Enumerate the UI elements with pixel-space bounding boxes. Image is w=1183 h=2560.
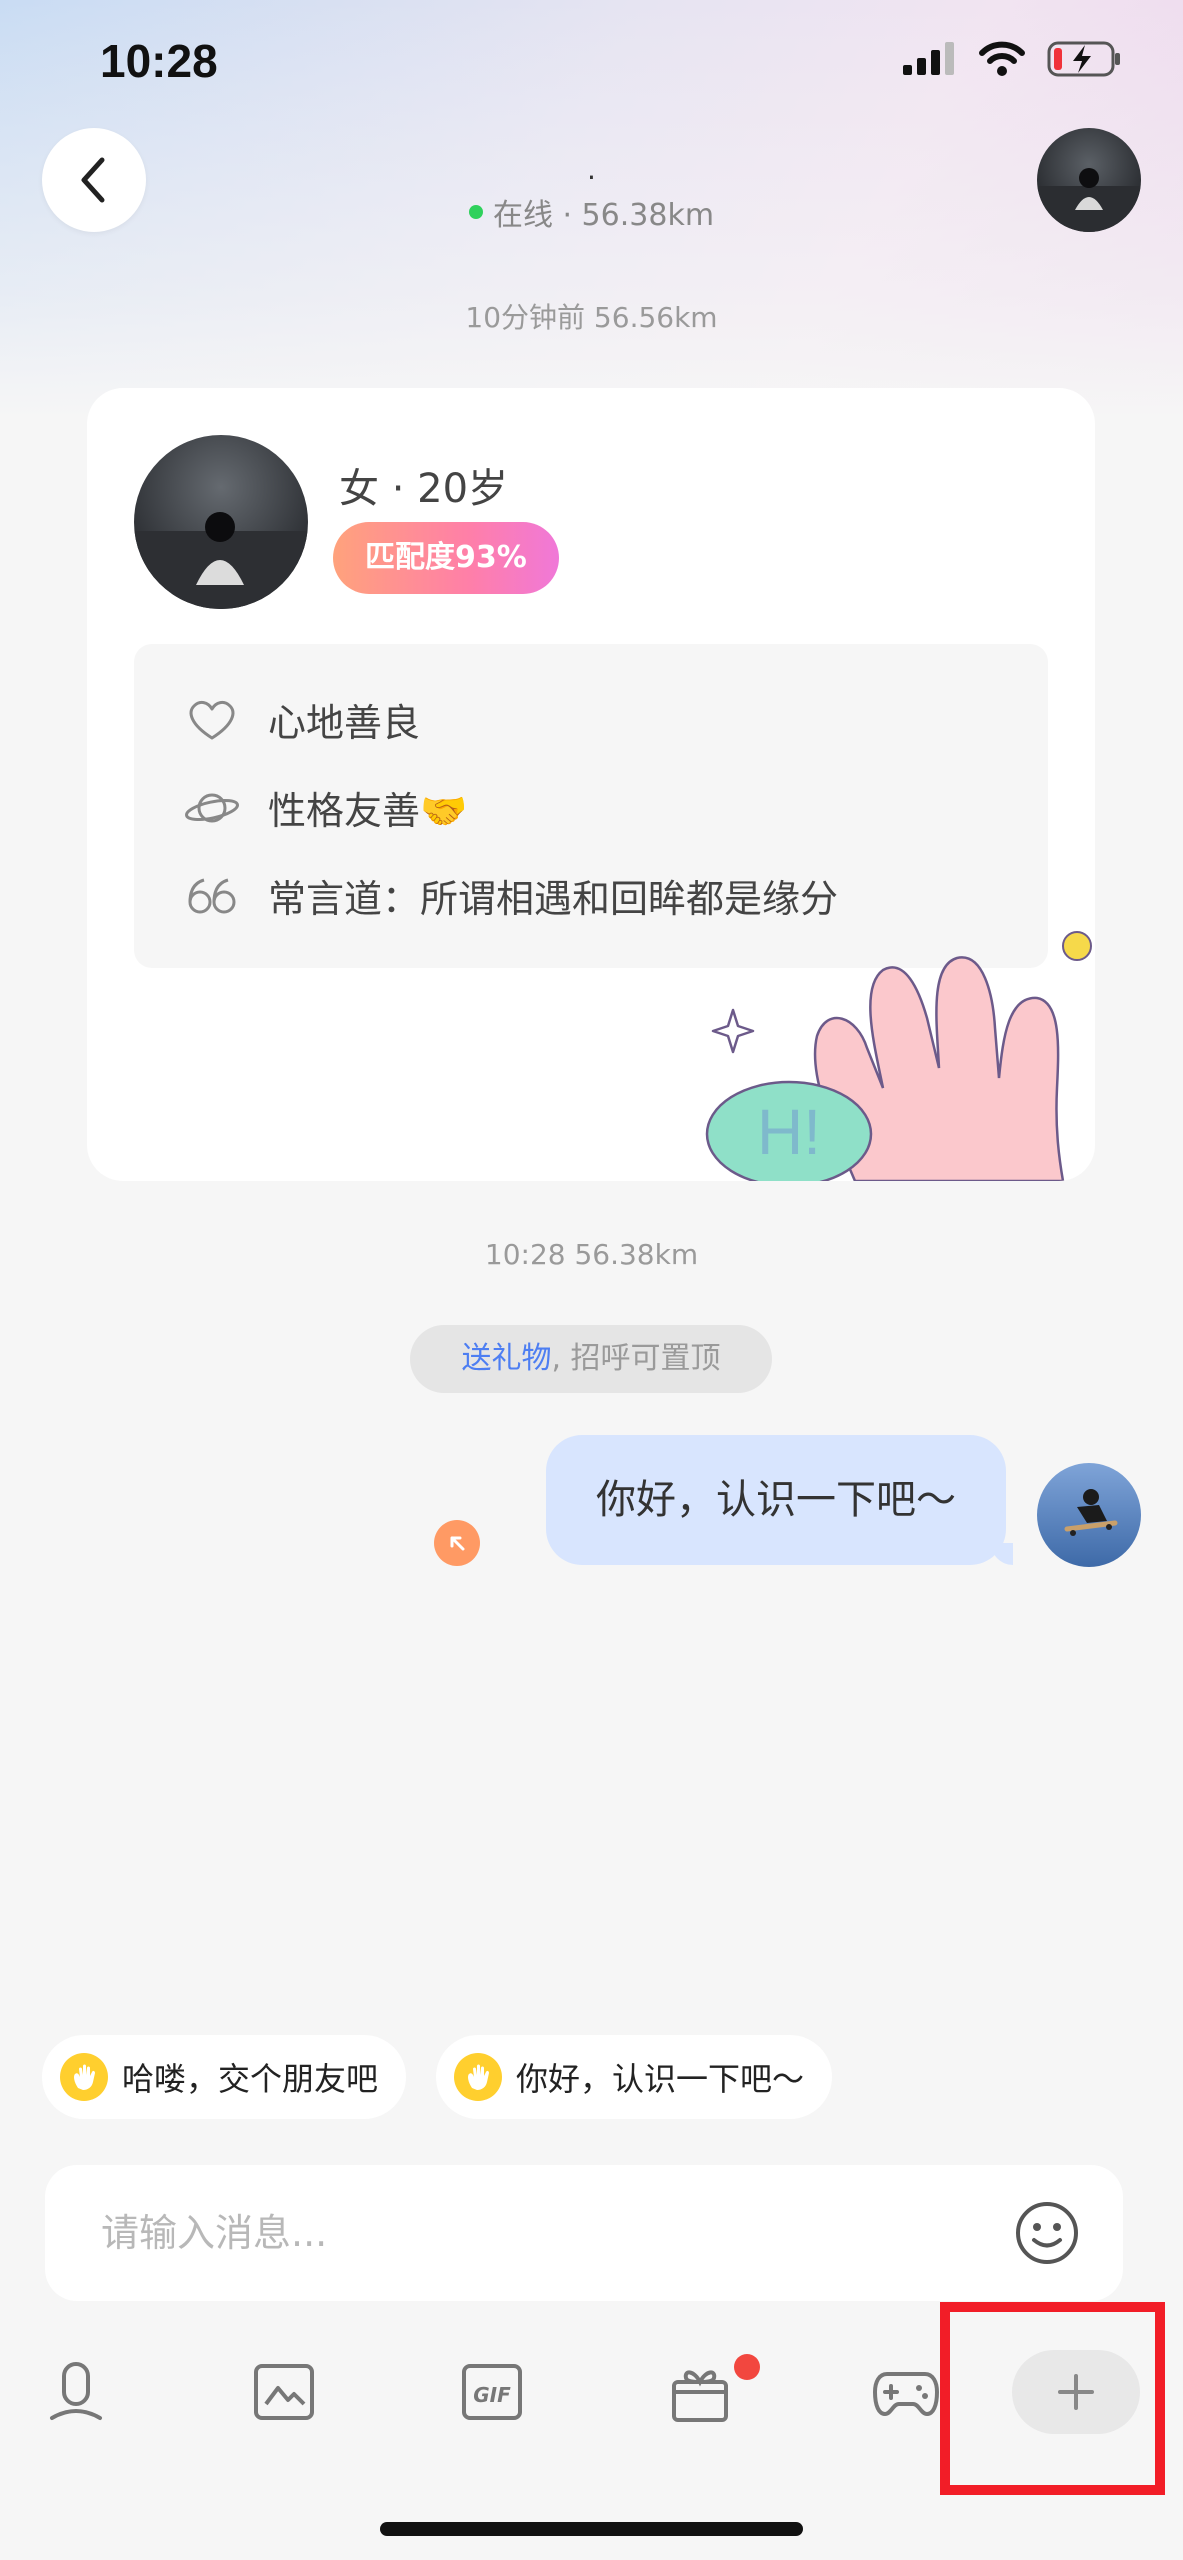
quick-reply-chip[interactable]: 哈喽，交个朋友吧 bbox=[42, 2035, 407, 2119]
online-status-text: 在线 · 56.38km bbox=[492, 198, 715, 233]
message-input-bar bbox=[45, 2165, 1123, 2301]
quick-replies: 哈喽，交个朋友吧 你好，认识一下吧～ bbox=[42, 2035, 833, 2119]
voice-icon[interactable] bbox=[36, 2352, 116, 2432]
contact-name: . bbox=[587, 153, 596, 186]
timestamp-first: 10分钟前 56.56km bbox=[465, 301, 718, 334]
send-gift-link[interactable]: 送礼物 bbox=[461, 1341, 551, 1376]
arrow-up-left-icon[interactable] bbox=[434, 1520, 480, 1566]
message-input[interactable] bbox=[101, 2165, 981, 2301]
message-bubble-tail bbox=[991, 1543, 1013, 1565]
online-indicator bbox=[468, 205, 483, 219]
profile-avatar[interactable] bbox=[134, 435, 308, 609]
chat-header: . 在线 · 56.38km bbox=[0, 120, 1183, 250]
match-badge: 匹配度93% bbox=[333, 522, 559, 594]
planet-icon bbox=[184, 786, 240, 830]
svg-text:GIF: GIF bbox=[473, 2383, 511, 2407]
image-icon[interactable] bbox=[244, 2352, 324, 2432]
status-time: 10:28 bbox=[100, 35, 218, 87]
gender-age: 女 · 20岁 bbox=[339, 466, 509, 512]
home-indicator bbox=[380, 2522, 803, 2536]
trait-item: 性格友善🤝 bbox=[184, 780, 467, 835]
heart-icon bbox=[184, 698, 240, 742]
highlight-annotation-box bbox=[940, 2302, 1165, 2495]
quick-reply-text: 哈喽，交个朋友吧 bbox=[122, 2060, 379, 2098]
contact-status: 在线 · 56.38km bbox=[0, 190, 1183, 234]
sticker-text: H! bbox=[757, 1096, 821, 1168]
my-avatar[interactable] bbox=[1037, 1463, 1141, 1567]
trait-text: 常言道：所谓相遇和回眸都是缘分 bbox=[268, 877, 839, 921]
battery-charging-icon bbox=[1047, 41, 1120, 77]
quote-icon bbox=[184, 874, 240, 918]
trait-item: 心地善良 bbox=[184, 692, 420, 747]
trait-item: 常言道：所谓相遇和回眸都是缘分 bbox=[184, 868, 838, 923]
notification-dot bbox=[734, 2354, 760, 2380]
message-row: 你好，认识一下吧～ bbox=[0, 1435, 1183, 1575]
status-bar: 10:28 bbox=[0, 0, 1183, 130]
status-icons bbox=[901, 40, 1123, 78]
trait-text: 心地善良 bbox=[268, 701, 421, 745]
gift-hint: 送礼物, 招呼可置顶 bbox=[410, 1325, 772, 1393]
waving-hand-icon bbox=[60, 2053, 108, 2101]
contact-avatar[interactable] bbox=[1037, 128, 1141, 232]
quick-reply-chip[interactable]: 你好，认识一下吧～ bbox=[436, 2035, 833, 2119]
contact-avatar-image bbox=[1037, 128, 1141, 232]
gif-icon[interactable]: GIF bbox=[452, 2352, 532, 2432]
timestamp-second: 10:28 56.38km bbox=[484, 1238, 699, 1271]
waving-hand-icon bbox=[454, 2053, 503, 2101]
cellular-signal-icon bbox=[903, 42, 954, 75]
gift-hint-text: , 招呼可置顶 bbox=[551, 1341, 721, 1376]
game-icon[interactable] bbox=[866, 2352, 946, 2432]
waving-hand-sticker: H! bbox=[705, 931, 1092, 1181]
gift-icon[interactable] bbox=[660, 2352, 740, 2432]
trait-text: 性格友善🤝 bbox=[268, 789, 468, 833]
my-avatar-image bbox=[1037, 1463, 1141, 1567]
profile-avatar-image bbox=[134, 435, 308, 609]
wifi-icon bbox=[979, 41, 1025, 76]
profile-card[interactable]: 女 · 20岁 匹配度93% 心地善良 性格友善🤝 常言道：所谓相遇和回眸都是缘… bbox=[87, 388, 1095, 1181]
message-bubble[interactable]: 你好，认识一下吧～ bbox=[546, 1435, 1006, 1565]
emoji-icon[interactable] bbox=[1013, 2199, 1081, 2267]
quick-reply-text: 你好，认识一下吧～ bbox=[516, 2060, 805, 2098]
